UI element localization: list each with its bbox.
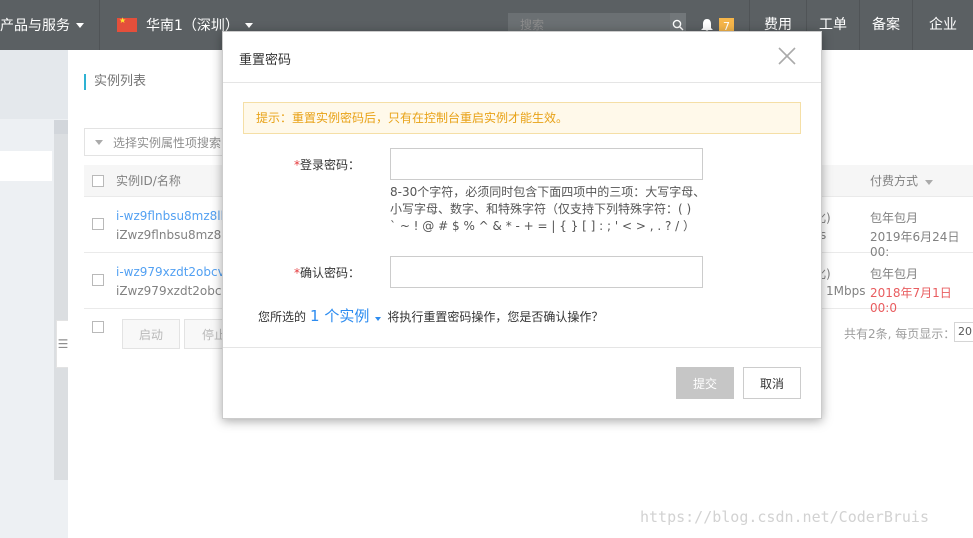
reset-notice: 提示：重置实例密码后，只有在控制台重启实例才能生效。 <box>243 102 801 134</box>
confirm-password-label: *确认密码： <box>240 264 360 281</box>
selected-suffix: 将执行重置密码操作，您是否确认操作？ <box>387 310 604 324</box>
login-password-label: *登录密码： <box>240 156 360 173</box>
confirm-password-input[interactable] <box>390 256 703 288</box>
password-rule-line: 8-30个字符，必须同时包含下面四项中的三项：大写字母、 <box>390 185 706 199</box>
selected-instances-link[interactable]: 1 个实例 <box>310 305 369 326</box>
password-rules-hint: 8-30个字符，必须同时包含下面四项中的三项：大写字母、 小写字母、数字、和特殊… <box>390 184 710 235</box>
login-password-label-text: 登录密码： <box>299 158 360 172</box>
reset-password-dialog: 重置密码 提示：重置实例密码后，只有在控制台重启实例才能生效。 *登录密码： 8… <box>222 31 822 419</box>
dialog-header: 重置密码 <box>223 32 821 83</box>
submit-button[interactable]: 提交 <box>676 367 734 399</box>
password-rule-line: 小写字母、数字、和特殊字符（仅支持下列特殊字符：( ) <box>390 202 692 216</box>
confirm-password-label-text: 确认密码： <box>299 266 360 280</box>
dialog-footer: 提交 取消 <box>223 347 821 419</box>
dialog-title: 重置密码 <box>239 53 292 68</box>
watermark: https://blog.csdn.net/CoderBruis <box>640 508 929 526</box>
selected-prefix: 您所选的 <box>258 310 307 324</box>
password-rule-line: ` ~ ! @ # $ % ^ & * - + = | { } [ ] : ; … <box>390 219 696 233</box>
selected-instances-line: 您所选的 1 个实例 将执行重置密码操作，您是否确认操作？ <box>258 305 603 326</box>
login-password-input[interactable] <box>390 148 703 180</box>
cancel-button[interactable]: 取消 <box>743 367 801 399</box>
close-icon[interactable] <box>776 45 798 67</box>
chevron-down-icon[interactable] <box>375 317 382 321</box>
